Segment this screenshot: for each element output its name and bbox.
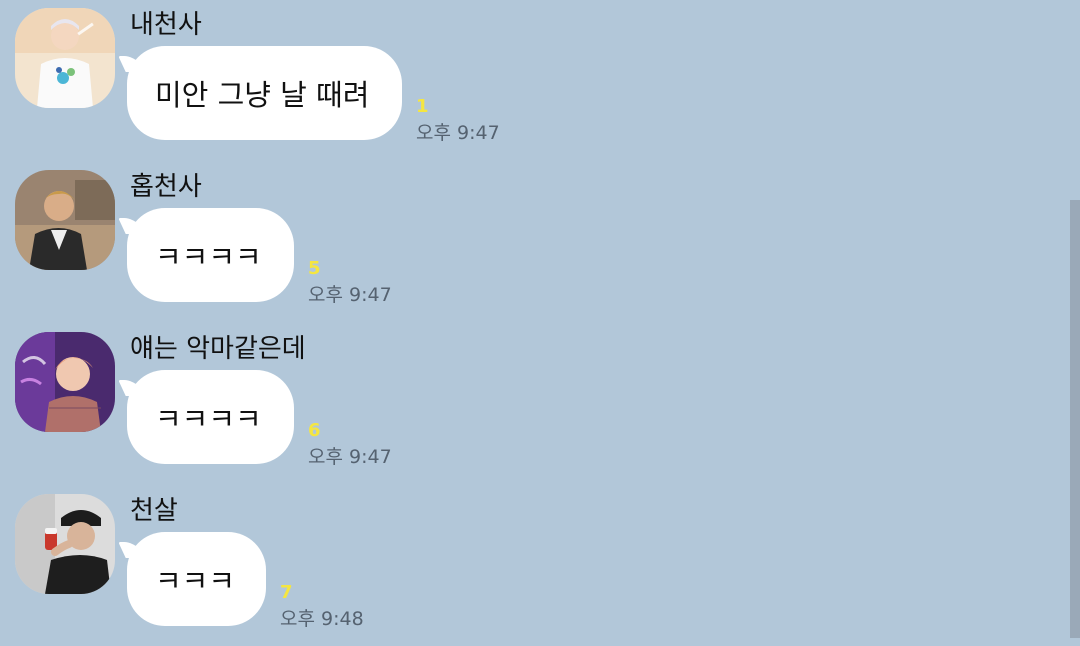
sender-name: 얘는 악마같은데 (130, 334, 306, 364)
timestamp: 오후 9:48 (280, 608, 364, 630)
scrollbar[interactable] (1070, 200, 1080, 638)
unread-count: 6 (308, 420, 321, 441)
unread-count: 1 (416, 96, 429, 117)
timestamp: 오후 9:47 (308, 446, 392, 468)
timestamp: 오후 9:47 (308, 284, 392, 306)
message-row: 얘는 악마같은데 ㅋㅋㅋㅋ 6 오후 9:47 (0, 324, 1060, 484)
message-row: 천살 ㅋㅋㅋ 7 오후 9:48 (0, 486, 1060, 646)
message-bubble[interactable]: ㅋㅋㅋ (127, 532, 266, 626)
message-bubble[interactable]: ㅋㅋㅋㅋ (127, 208, 294, 302)
sender-name: 홉천사 (130, 172, 202, 202)
avatar-photo-icon (15, 170, 115, 270)
message-bubble[interactable]: ㅋㅋㅋㅋ (127, 370, 294, 464)
message-bubble[interactable]: 미안 그냥 날 때려 (127, 46, 402, 140)
message-text: ㅋㅋㅋㅋ (155, 240, 262, 274)
chat-area: 내천사 미안 그냥 날 때려 1 오후 9:47 홉천사 ㅋㅋㅋㅋ 5 오후 9… (0, 0, 1070, 638)
timestamp: 오후 9:47 (416, 122, 500, 144)
unread-count: 7 (280, 582, 293, 603)
avatar[interactable] (15, 8, 115, 108)
avatar-photo-icon (15, 494, 115, 594)
avatar[interactable] (15, 332, 115, 432)
sender-name: 내천사 (130, 10, 202, 40)
avatar-photo-icon (15, 332, 115, 432)
message-text: ㅋㅋㅋㅋ (155, 402, 262, 436)
message-text: 미안 그냥 날 때려 (155, 78, 370, 112)
avatar[interactable] (15, 170, 115, 270)
sender-name: 천살 (130, 496, 178, 526)
message-row: 홉천사 ㅋㅋㅋㅋ 5 오후 9:47 (0, 162, 1060, 322)
avatar[interactable] (15, 494, 115, 594)
message-text: ㅋㅋㅋ (155, 564, 236, 598)
avatar-photo-icon (15, 8, 115, 108)
message-row: 내천사 미안 그냥 날 때려 1 오후 9:47 (0, 0, 1060, 160)
unread-count: 5 (308, 258, 321, 279)
